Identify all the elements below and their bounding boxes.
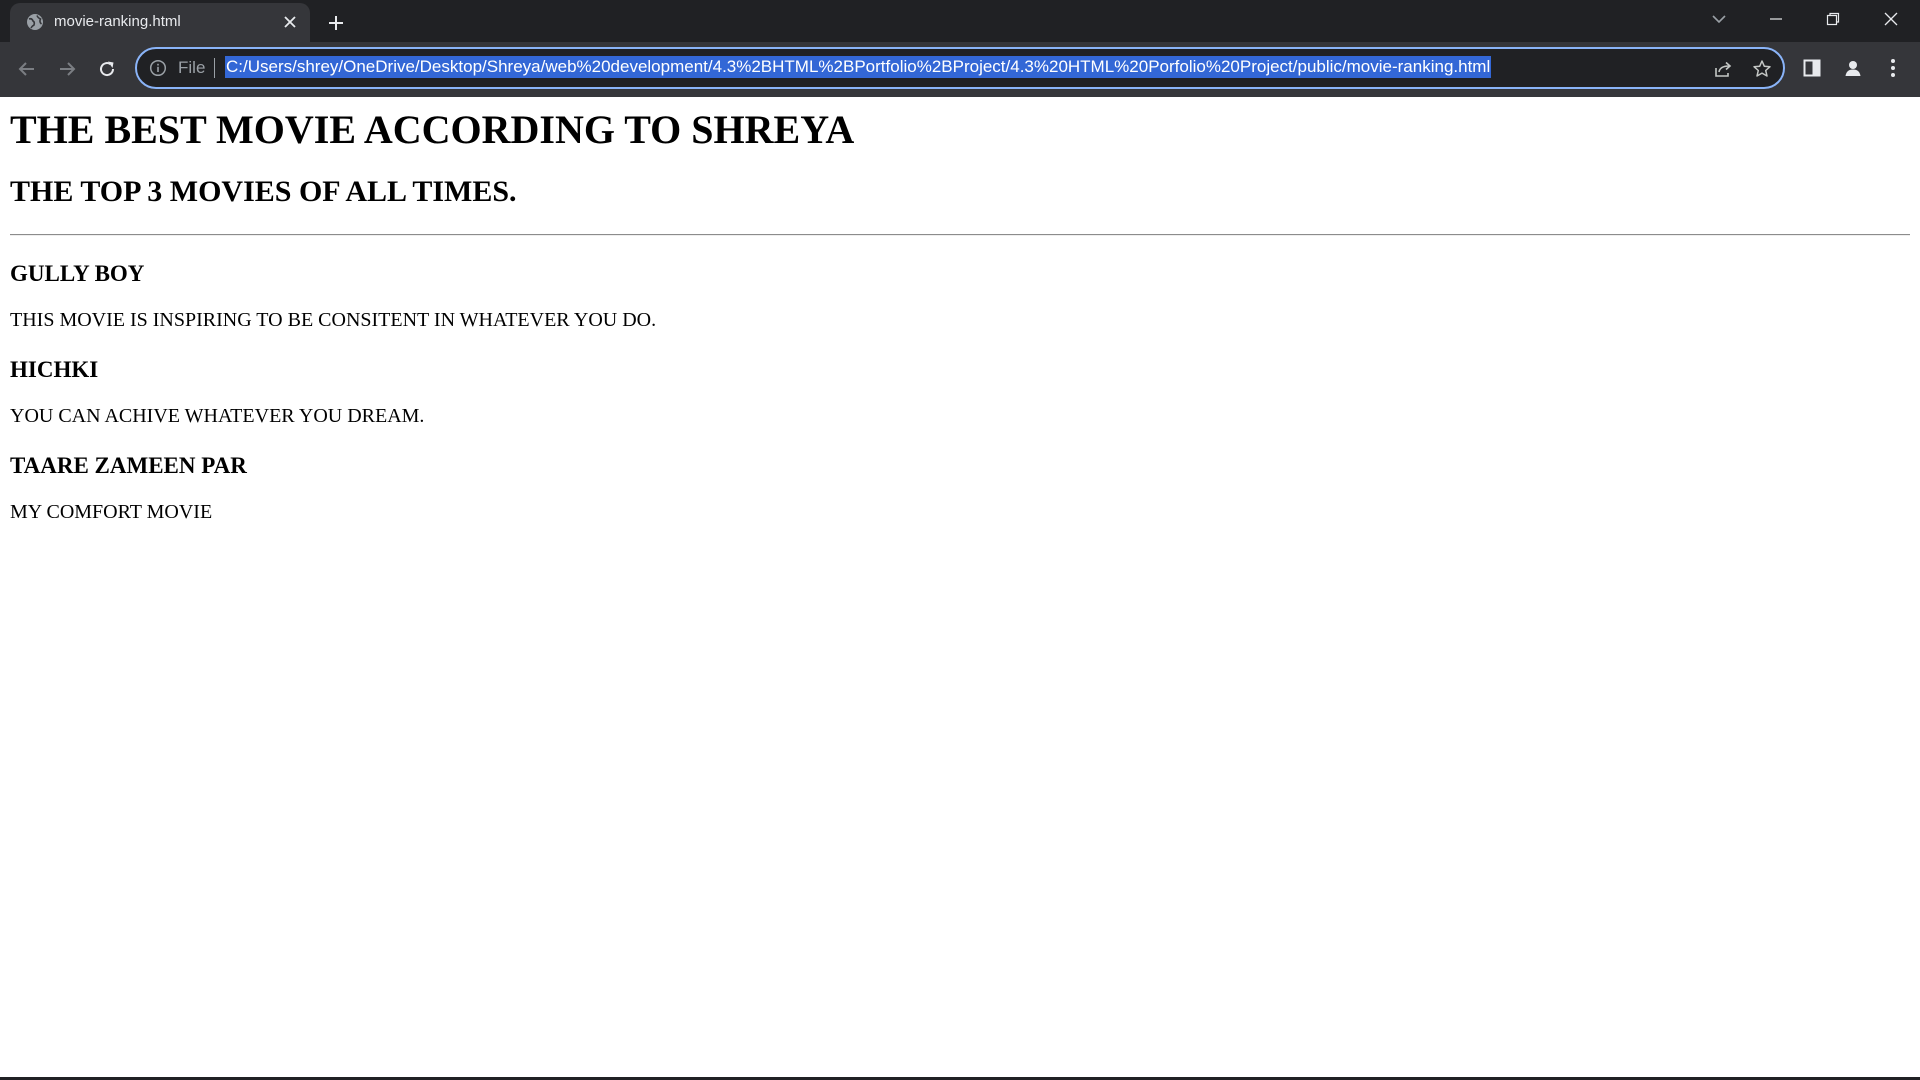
tab-strip: movie-ranking.html [0,0,1920,42]
profile-avatar-icon[interactable] [1840,55,1866,81]
movie-description: MY COMFORT MOVIE [10,501,213,523]
tab-movie-ranking[interactable]: movie-ranking.html [10,3,310,42]
page-subtitle: THE TOP 3 MOVIES OF ALL TIMES. [10,175,517,208]
close-tab-icon[interactable] [280,12,300,32]
back-button[interactable] [12,54,42,84]
arrow-right-icon [57,59,77,79]
page-title: THE BEST MOVIE ACCORDING TO SHREYA [10,107,855,152]
address-bar[interactable]: File C:/Users/shrey/OneDrive/Desktop/Shr… [135,47,1785,89]
toolbar: File C:/Users/shrey/OneDrive/Desktop/Shr… [0,42,1920,97]
info-icon[interactable] [149,59,167,77]
divider [10,234,1910,236]
page-viewport: THE BEST MOVIE ACCORDING TO SHREYA THE T… [0,97,1920,1077]
movie-description: YOU CAN ACHIVE WHATEVER YOU DREAM. [10,405,425,427]
restore-icon[interactable] [1816,6,1850,32]
scheme-divider [214,58,215,78]
forward-button[interactable] [52,54,82,84]
tab-title: movie-ranking.html [54,13,181,30]
tab-search-chevron-down-icon[interactable] [1702,6,1736,32]
arrow-left-icon [17,59,37,79]
browser-window: movie-ranking.html File C:/Users/shrey/O… [0,0,1920,1080]
share-icon[interactable] [1712,58,1734,80]
new-tab-icon[interactable] [322,9,350,37]
globe-icon [26,13,44,31]
movie-title: GULLY BOY [10,261,145,286]
page-content: THE BEST MOVIE ACCORDING TO SHREYA THE T… [0,107,1920,524]
movie-description: THIS MOVIE IS INSPIRING TO BE CONSITENT … [10,309,657,331]
more-menu-icon[interactable] [1880,55,1906,81]
url-text[interactable]: C:/Users/shrey/OneDrive/Desktop/Shreya/w… [225,56,1492,78]
url-scheme-label: File [178,58,206,77]
close-window-icon[interactable] [1874,6,1908,32]
minimize-icon[interactable] [1759,6,1793,32]
movie-title: TAARE ZAMEEN PAR [10,453,247,478]
reload-icon [97,59,117,79]
side-panel-icon[interactable] [1799,55,1825,81]
bookmark-star-icon[interactable] [1751,58,1773,80]
reload-button[interactable] [92,54,122,84]
movie-title: HICHKI [10,357,99,382]
